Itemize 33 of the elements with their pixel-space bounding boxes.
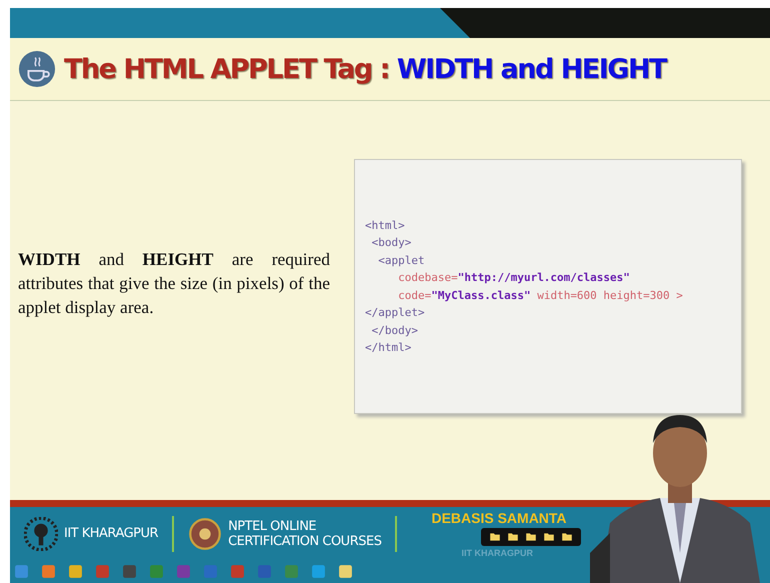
code-line: <html>	[365, 218, 406, 232]
code-line: </body>	[370, 324, 419, 337]
folder-icon[interactable]	[561, 530, 574, 542]
folder-icon[interactable]	[507, 530, 520, 542]
slide-title: WIDTH and HEIGHT	[396, 54, 666, 84]
taskbar-app-icon[interactable]	[338, 564, 353, 579]
institute-name: IIT KHARAGPUR	[64, 526, 158, 541]
presenter-name: DEBASIS SAMANTA	[431, 510, 568, 526]
code-line: codebase="http://myurl.com/classes"	[397, 271, 631, 284]
taskbar-app-icon[interactable]	[122, 564, 137, 579]
code-line: code="MyClass.class" width=600 height=300 >	[397, 288, 684, 302]
taskbar-app-icon[interactable]	[257, 564, 272, 579]
folder-icon[interactable]	[489, 530, 502, 542]
folder-icon[interactable]	[525, 530, 538, 542]
taskbar-app-icon[interactable]	[176, 564, 191, 579]
coffee-cup-icon	[18, 50, 56, 88]
taskbar-app-icon[interactable]	[311, 564, 326, 579]
wheel-emblem-icon	[188, 516, 222, 550]
slide-title: The HTML APPLET Tag :	[64, 54, 389, 84]
code-line: </applet>	[365, 306, 426, 320]
description-text: WIDTH and HEIGHT are required attributes that give the size (in pixels) of the applet display area.	[18, 248, 330, 319]
taskbar-app-icon[interactable]	[68, 564, 83, 579]
taskbar-app-icon[interactable]	[230, 564, 245, 579]
footer-caption: IIT KHARAGPUR	[461, 548, 534, 558]
taskbar-app-icon[interactable]	[14, 564, 29, 579]
code-line: </html>	[365, 341, 412, 354]
course-title: NPTEL ONLINE	[228, 518, 318, 534]
code-line: <applet	[377, 254, 426, 267]
taskbar-app-icon[interactable]	[41, 564, 56, 579]
code-line: <body>	[370, 236, 412, 250]
taskbar-app-icon[interactable]	[95, 564, 110, 579]
course-title: CERTIFICATION COURSES	[228, 534, 382, 548]
folder-icon[interactable]	[543, 530, 556, 542]
